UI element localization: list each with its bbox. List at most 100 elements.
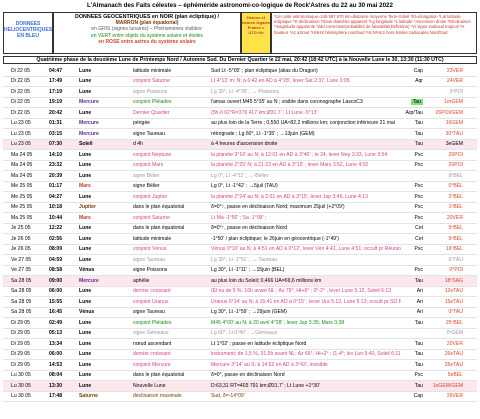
row-body: Soleil bbox=[79, 141, 93, 148]
row-description: Lt 4°13' m: N; à 6:42 en AD à 4°28', lev… bbox=[211, 78, 350, 85]
row-description: la planète 3°16' au N; à 12:01 en AD à 3… bbox=[211, 151, 388, 158]
row-position: 26eTAU bbox=[444, 361, 463, 368]
row-body: Mercure bbox=[79, 277, 99, 284]
row-position: 26POI/GEM bbox=[435, 109, 463, 116]
row-position: 3ºPOI bbox=[449, 88, 463, 95]
row-description: Lg 30°, Lt -4°39' ; →-Poissons bbox=[211, 88, 280, 95]
row-date: Di 22 05 bbox=[11, 99, 30, 106]
row-time: 14:10 bbox=[49, 151, 63, 158]
row-constellation: Ari bbox=[416, 298, 423, 305]
row-time: 13:34 bbox=[49, 340, 63, 347]
row-position: 25ºBEL bbox=[445, 319, 463, 326]
row-description: à 4 heures d'ascension droite bbox=[211, 141, 278, 148]
table-row: Me 25 05 01:17 Mars signe Bélier Lg 0°, Lt -… bbox=[3, 182, 477, 192]
row-position: 26VER bbox=[446, 393, 463, 400]
row-time: 17:19 bbox=[49, 88, 63, 95]
row-description: Vénus 0°10' au N; à 4:51 en AD à 0°12', … bbox=[211, 246, 401, 253]
time-zone-note: Heures et heures légales France = UTC+2h bbox=[241, 12, 271, 54]
row-time: 03:15 bbox=[49, 130, 63, 137]
row-date: Di 22 05 bbox=[11, 78, 30, 85]
table-row: Ma 24 05 20:39 Lune signe Bélier Lg 0°, Lt -… bbox=[3, 171, 477, 182]
table-row: Di 22 05 20:42 Lune Dernier Quartier (5h-0 0… bbox=[3, 108, 477, 119]
row-body: Lune bbox=[79, 340, 92, 347]
row-description: Sud, δ=-14°09' bbox=[211, 393, 245, 400]
table-row: Di 22 05 19:19 Mercure conjoint Pléiades l'a… bbox=[3, 98, 477, 108]
row-event: conjoint Jupiter bbox=[133, 193, 168, 200]
row-date: Sa 28 05 bbox=[11, 298, 32, 305]
row-position: 1erGEM bbox=[444, 99, 463, 106]
row-description: Sud Lt -5°05' ; plan écliptique (alias d… bbox=[211, 67, 318, 74]
row-date: Ma 25 05 bbox=[11, 214, 33, 221]
row-body: Mars bbox=[79, 183, 91, 190]
row-body: Lune bbox=[79, 88, 92, 95]
row-event: signe Taureau bbox=[133, 309, 165, 316]
row-event: latitude minimale bbox=[133, 67, 172, 74]
color-legend: DONNEES GEOCENTRIQUES en NOIR (plan écli… bbox=[53, 12, 241, 54]
row-description: Lt 1°02' ; passe en latitude écliptique … bbox=[211, 340, 307, 347]
row-description: Lg 0°, Lt -4°11' ; →-Bélier bbox=[211, 172, 269, 179]
row-body: Lune bbox=[79, 162, 92, 169]
table-row: Lu 30 05 13:30 Lune Nouvelle Lune D:63,31 RT… bbox=[3, 381, 477, 392]
row-event: signe Poissons bbox=[133, 88, 168, 95]
row-time: 05:13 bbox=[49, 330, 63, 337]
row-constellation: Tau bbox=[414, 141, 423, 148]
row-position: 15eTAU bbox=[444, 298, 463, 305]
row-event: conjoint Saturne bbox=[133, 214, 170, 221]
row-time: 07:30 bbox=[49, 141, 63, 148]
row-constellation: Cet bbox=[415, 235, 423, 242]
row-event: signe Taureau bbox=[133, 256, 165, 263]
row-body: Lune bbox=[79, 319, 92, 326]
row-description: Lg 30°, Lt -1°11' ; →15juin (BEL) bbox=[211, 267, 285, 274]
legend-header: DONNEES HELIOCENTRIQUES EN BLEU DONNEES … bbox=[3, 12, 477, 54]
row-event: périgée bbox=[133, 120, 150, 127]
row-event: signe Bélier bbox=[133, 183, 160, 190]
row-date: Je 26 05 bbox=[11, 235, 31, 242]
row-date: Di 29 05 bbox=[11, 361, 30, 368]
row-body: Lune bbox=[79, 298, 92, 305]
row-description: Mercure 3°14' au S; à 14:52 en AD à 3°43… bbox=[211, 361, 328, 368]
row-date: Di 29 05 bbox=[11, 319, 30, 326]
row-description: Lg 30°, Lt -1°59' ; →29juin (GEM) bbox=[211, 309, 287, 316]
row-body: Lune bbox=[79, 372, 92, 379]
row-description: rétrograde ; Lg 60°, Lt -1°35' ; →13juin… bbox=[211, 130, 315, 137]
row-event: nœud ascendant bbox=[133, 340, 172, 347]
row-description: la planète 2°25' N; à 21:23 en AD à 3°15… bbox=[211, 162, 369, 169]
row-constellation: Tau bbox=[414, 340, 423, 347]
row-constellation: Tau bbox=[410, 99, 423, 106]
heliocentric-label: DONNEES HELIOCENTRIQUES EN BLEU bbox=[3, 12, 53, 54]
row-description: Lt Ma -1°50' ; Sa -1°09' ; bbox=[211, 214, 267, 221]
row-position: 0°BEL bbox=[448, 183, 464, 190]
row-position: 20VER bbox=[446, 214, 463, 221]
row-position: 23VER bbox=[446, 67, 463, 74]
table-row: Lu 23 05 03:15 Mercure signe Taureau rétrogr… bbox=[3, 129, 477, 140]
row-time: 10:44 bbox=[49, 214, 63, 221]
row-time: 02:49 bbox=[49, 319, 63, 326]
table-row: Sa 28 05 15:55 Lune conjoint Uranus Uranus 6… bbox=[3, 297, 477, 308]
row-position: 0ºTAU bbox=[448, 309, 463, 316]
row-date: Lu 30 05 bbox=[11, 393, 31, 400]
row-constellation: Tau bbox=[414, 351, 423, 358]
row-date: Lu 23 05 bbox=[11, 120, 31, 127]
row-constellation: Cet bbox=[415, 225, 423, 232]
row-body: Lune bbox=[79, 361, 92, 368]
row-position: 16ºBEL bbox=[445, 246, 463, 253]
row-time: 17:49 bbox=[49, 78, 63, 85]
table-row: Sa 28 05 06:00 Lune dernier croissant (El nu… bbox=[3, 287, 477, 297]
row-time: 08:58 bbox=[49, 267, 63, 274]
row-constellation: Tau bbox=[414, 130, 423, 137]
table-row: Je 26 05 02:56 Lune latitude minimale -1°50'… bbox=[3, 234, 477, 245]
row-description: au plus loin du Soleil; 0,466 UA=69,6 mi… bbox=[211, 277, 322, 284]
row-description: δ=0°↑, passe en déclinaison Nord; maximu… bbox=[211, 204, 345, 211]
row-constellation: Psc bbox=[414, 151, 424, 158]
row-constellation: Aqr bbox=[415, 78, 423, 85]
row-constellation: Tau bbox=[414, 120, 423, 127]
row-body: Lune bbox=[79, 330, 92, 337]
row-date: Sa 28 05 bbox=[11, 309, 32, 316]
row-constellation: Psc bbox=[414, 193, 424, 200]
row-constellation: Psc bbox=[414, 214, 424, 221]
row-event: conjoint Mercure bbox=[133, 361, 171, 368]
row-time: 15:55 bbox=[49, 298, 63, 305]
row-constellation: Tau bbox=[414, 319, 423, 326]
row-time: 14:53 bbox=[49, 361, 63, 368]
row-event: Nouvelle Lune bbox=[133, 382, 166, 389]
